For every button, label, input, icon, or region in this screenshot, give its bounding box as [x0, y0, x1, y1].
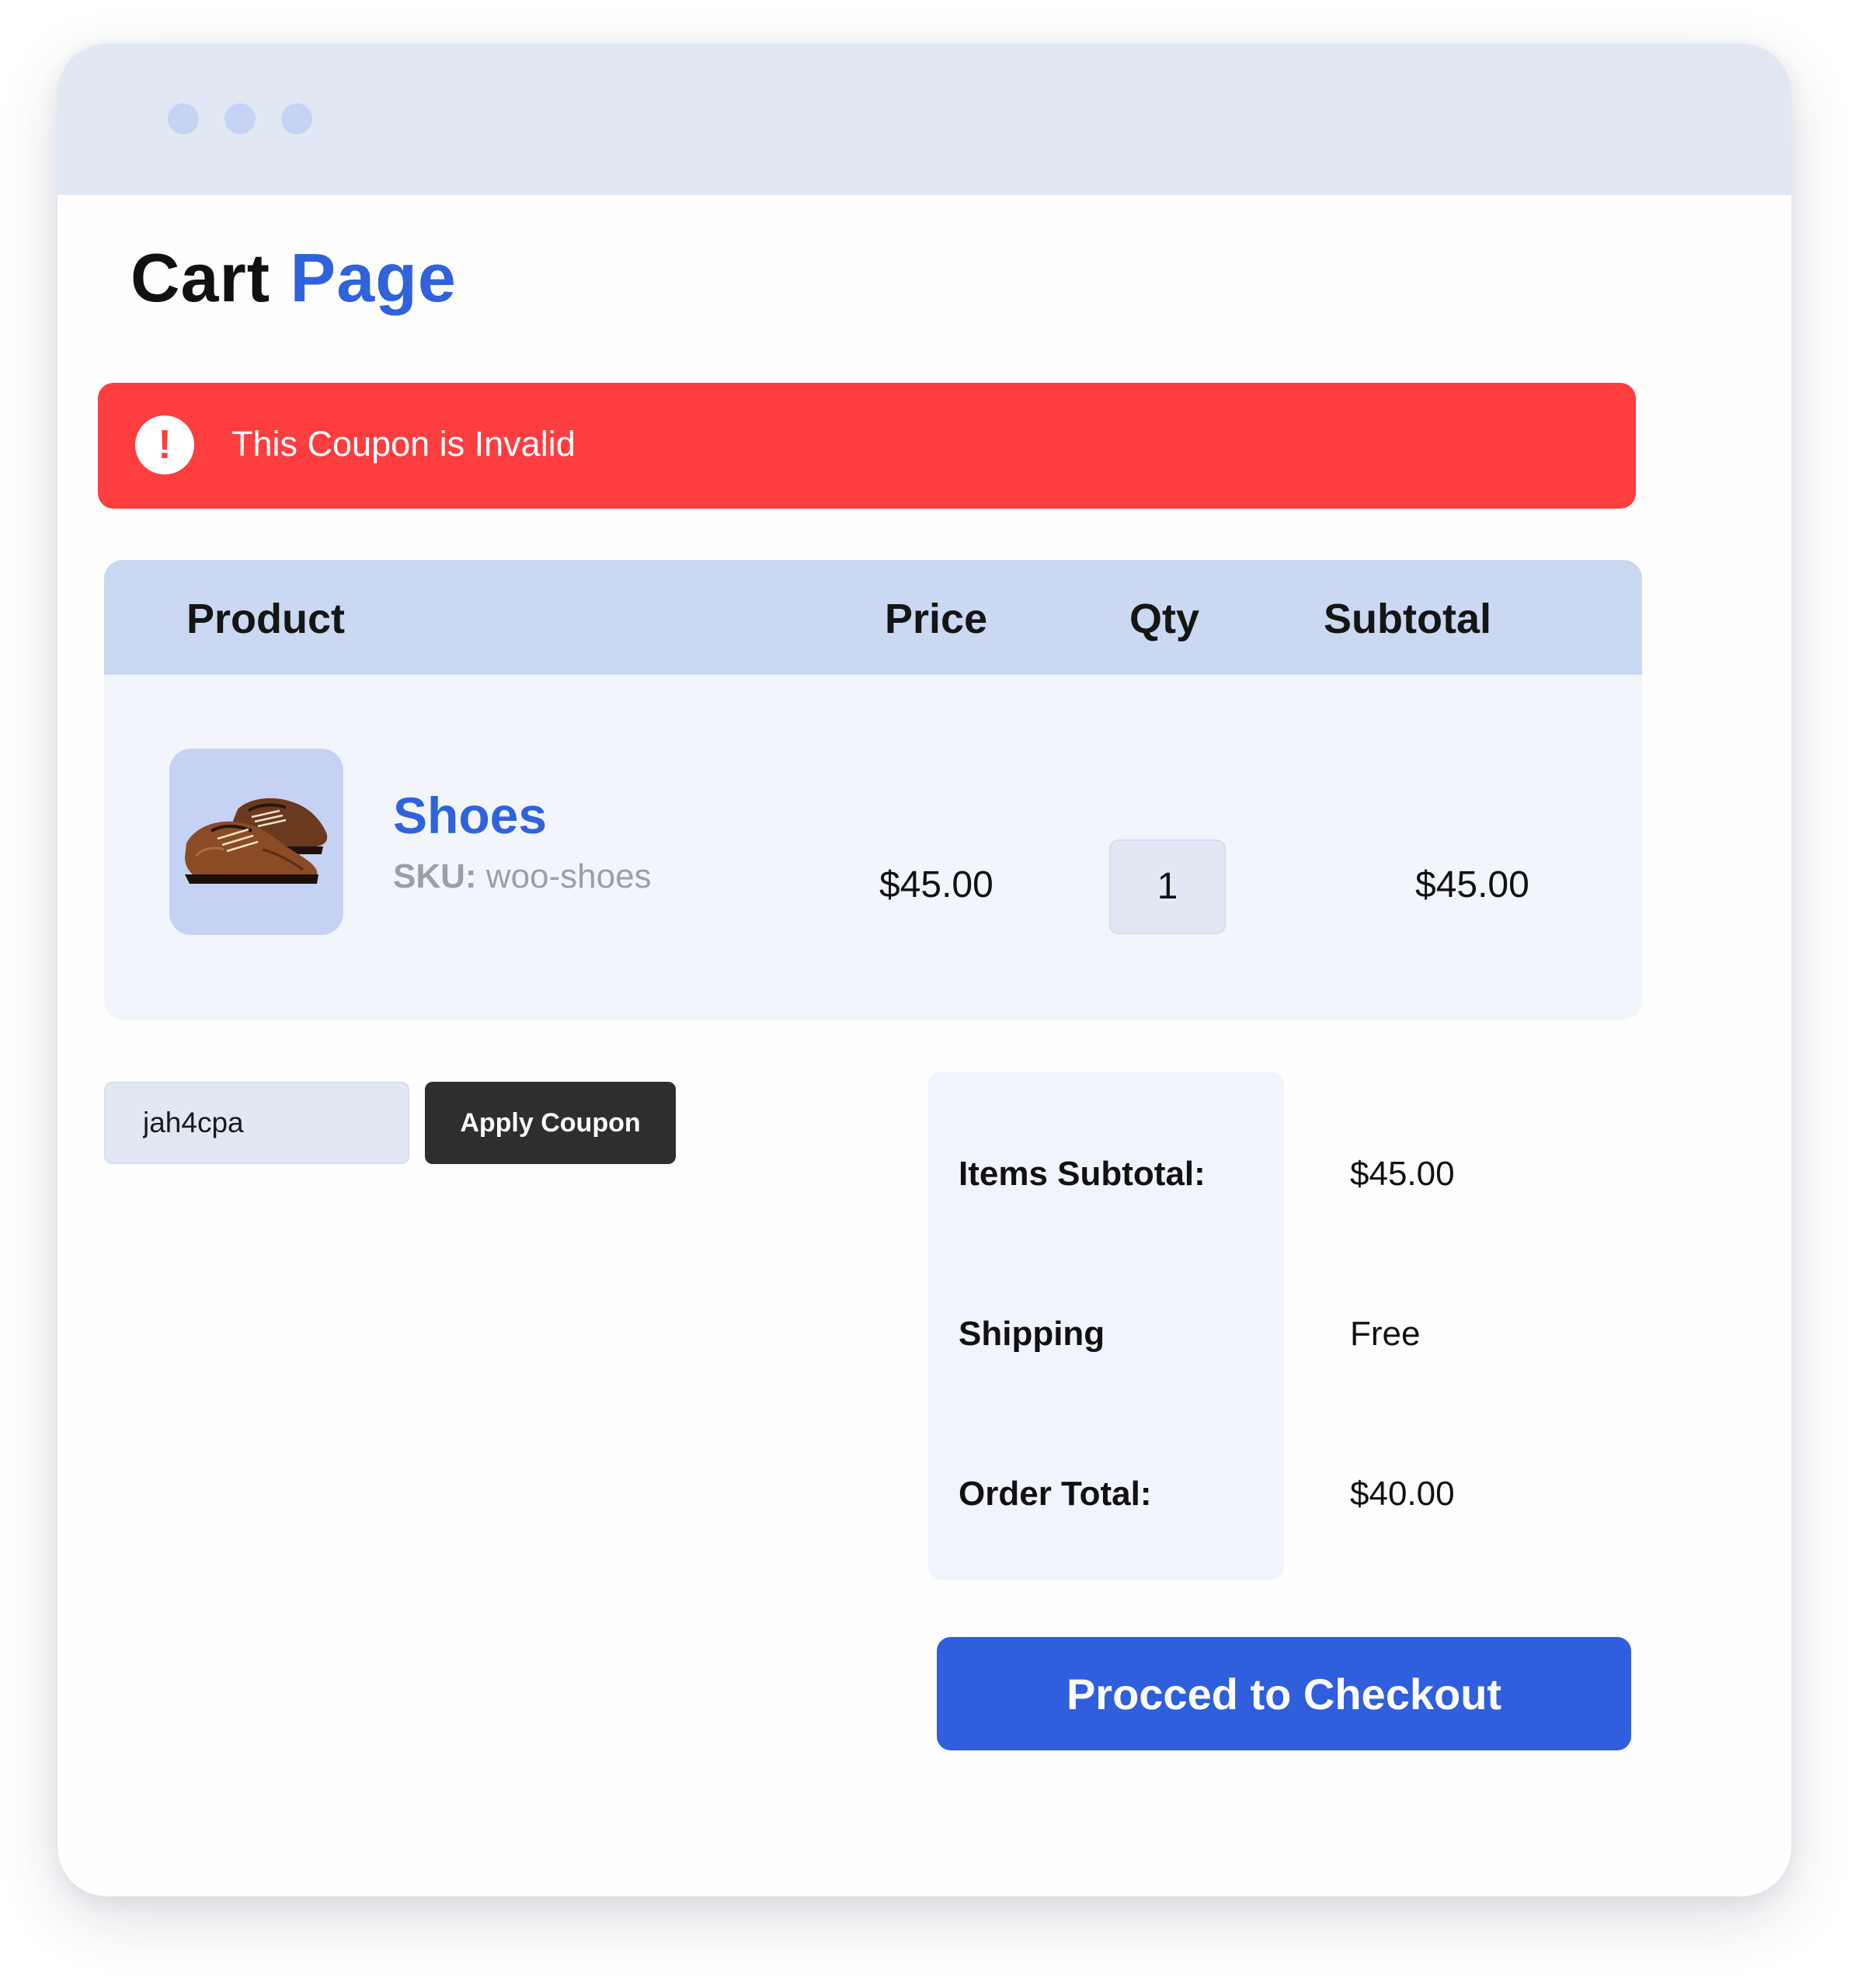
alert-message: This Coupon is Invalid: [231, 424, 576, 464]
shoes-image: [185, 798, 328, 884]
page-title: Cart Page: [130, 237, 457, 319]
header-subtotal: Subtotal: [1324, 596, 1491, 642]
product-subtotal: $45.00: [1415, 864, 1529, 905]
product-price: $45.00: [879, 864, 993, 905]
exclamation-icon: !: [135, 415, 194, 474]
items-subtotal-label: Items Subtotal:: [959, 1155, 1206, 1193]
page-title-accent: Page: [290, 239, 457, 316]
order-total-label: Order Total:: [959, 1475, 1152, 1513]
product-sku: SKU: woo-shoes: [393, 857, 652, 898]
checkout-button[interactable]: Procced to Checkout: [937, 1637, 1631, 1750]
header-product: Product: [186, 596, 346, 642]
product-name-link[interactable]: Shoes: [393, 785, 547, 846]
apply-coupon-button[interactable]: Apply Coupon: [425, 1082, 676, 1164]
page-title-main: Cart: [130, 239, 271, 316]
shipping-label: Shipping: [959, 1315, 1105, 1353]
product-thumbnail[interactable]: [169, 749, 343, 935]
table-header: Product Price Qty Subtotal: [104, 560, 1642, 675]
window-titlebar: [57, 43, 1791, 195]
items-subtotal-value: $45.00: [1350, 1155, 1455, 1193]
coupon-input[interactable]: [104, 1082, 409, 1164]
window-dot-icon: [281, 103, 312, 134]
header-price: Price: [885, 596, 988, 642]
window-dot-icon: [168, 103, 199, 134]
cart-table: Product Price Qty Subtotal Shoes SKU: wo…: [104, 560, 1642, 1020]
window-dot-icon: [224, 103, 256, 134]
header-qty: Qty: [1129, 596, 1200, 642]
quantity-input[interactable]: 1: [1109, 839, 1226, 934]
shipping-value: Free: [1350, 1315, 1421, 1353]
sku-value: woo-shoes: [485, 857, 652, 895]
order-total-value: $40.00: [1350, 1475, 1455, 1513]
sku-label: SKU:: [393, 857, 477, 895]
coupon-error-alert: ! This Coupon is Invalid: [98, 383, 1636, 509]
